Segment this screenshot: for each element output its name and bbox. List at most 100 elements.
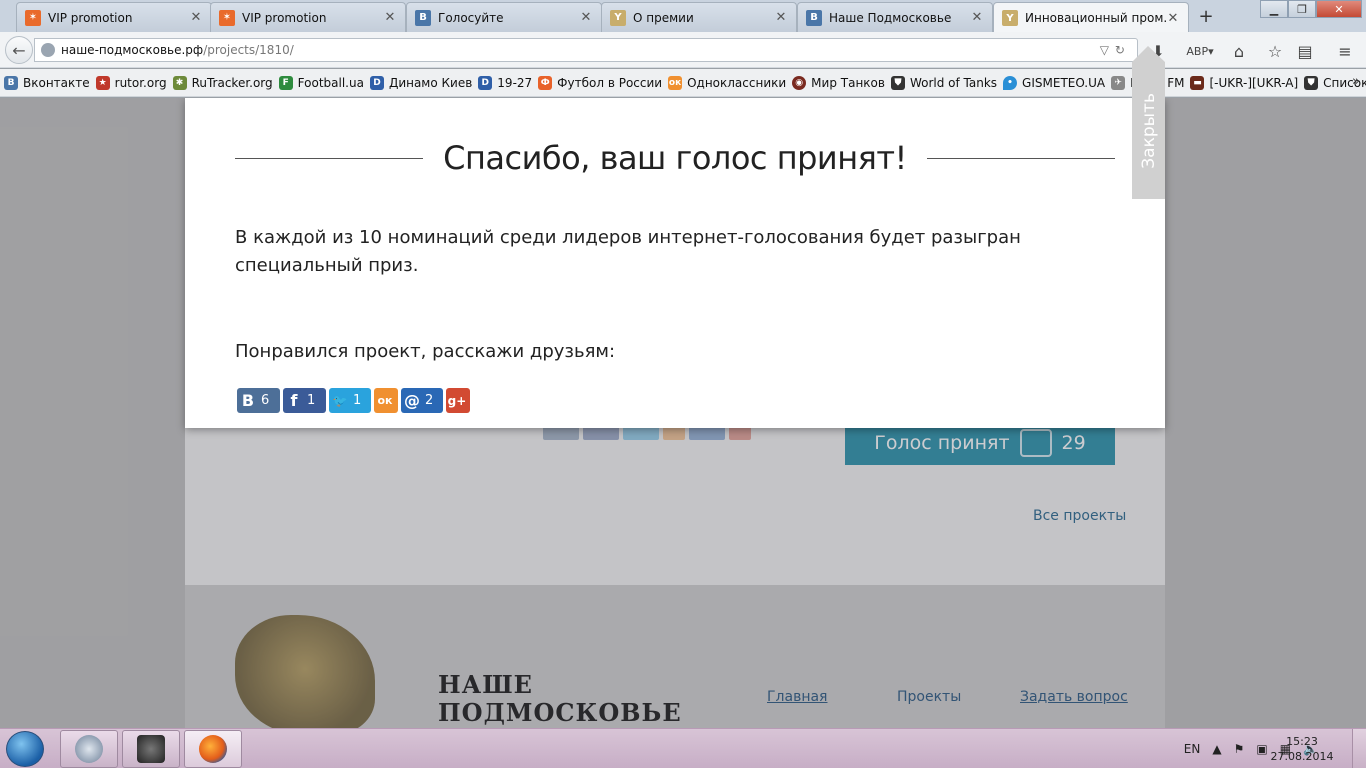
tray-expand-icon[interactable]: ▲ bbox=[1212, 742, 1221, 756]
tab-title: VIP promotion bbox=[242, 10, 327, 25]
taskbar-clock[interactable]: 15:23 27.08.2014 bbox=[1262, 734, 1342, 764]
odnoklassniki-icon: ок bbox=[377, 394, 393, 407]
bookmark-item[interactable]: ★ rutor.org bbox=[95, 75, 167, 90]
minimize-button[interactable]: ▁ bbox=[1260, 0, 1288, 18]
close-label: Закрыть bbox=[1138, 92, 1159, 169]
tab-title: Голосуйте bbox=[438, 10, 504, 25]
browser-tab[interactable]: ✶ VIP promotion ✕ bbox=[16, 2, 212, 32]
start-button[interactable] bbox=[6, 731, 44, 767]
browser-tab[interactable]: ✶ VIP promotion ✕ bbox=[210, 2, 406, 32]
tab-title: VIP promotion bbox=[48, 10, 133, 25]
bookmark-item[interactable]: ⛊ World of Tanks bbox=[890, 75, 998, 90]
bookmark-label: RuTracker.org bbox=[191, 75, 273, 90]
modal-title: Спасибо, ваш голос принят! bbox=[443, 139, 907, 177]
tab-title: Наше Подмосковье bbox=[829, 10, 952, 25]
vk-icon: B bbox=[415, 9, 431, 26]
close-tab-icon[interactable]: ✕ bbox=[579, 10, 593, 25]
taskbar-app-teamspeak[interactable] bbox=[60, 730, 118, 768]
google-plus-share-button[interactable]: g+ bbox=[446, 388, 470, 413]
vip-icon: ✶ bbox=[219, 9, 235, 26]
google-plus-icon: g+ bbox=[447, 393, 467, 408]
new-tab-button[interactable]: + bbox=[1196, 6, 1216, 27]
close-tab-icon[interactable]: ✕ bbox=[970, 10, 984, 25]
bookmark-item[interactable]: Ф Футбол в России bbox=[538, 75, 662, 90]
teamspeak-icon bbox=[75, 735, 103, 763]
bookmark-item[interactable]: ок Одноклассники bbox=[668, 75, 786, 90]
share-count: 2 bbox=[425, 393, 434, 408]
bookmark-label: GISMETEO.UA bbox=[1022, 75, 1106, 90]
facebook-icon: f bbox=[290, 391, 298, 410]
bookmark-item[interactable]: ▬ [-UKR-][UKR-A] bbox=[1190, 75, 1299, 90]
wot-icon bbox=[137, 735, 165, 763]
tanks-icon: ◉ bbox=[792, 75, 807, 90]
maximize-button[interactable]: ❐ bbox=[1288, 0, 1316, 18]
bookmark-item[interactable]: ✱ RuTracker.org bbox=[172, 75, 273, 90]
home-icon[interactable]: ⌂ bbox=[1229, 41, 1249, 61]
url-path: /projects/1810/ bbox=[203, 43, 294, 57]
bookmark-item[interactable]: • GISMETEO.UA bbox=[1003, 75, 1106, 90]
twitter-share-button[interactable]: 🐦 1 bbox=[329, 388, 371, 413]
bookmark-item[interactable]: ◉ Мир Танков bbox=[792, 75, 885, 90]
firefox-icon bbox=[199, 735, 227, 763]
menu-icon[interactable]: ≡ bbox=[1335, 41, 1355, 61]
modal-header: Спасибо, ваш голос принят! bbox=[235, 138, 1116, 178]
browser-tab[interactable]: B Голосуйте ✕ bbox=[406, 2, 602, 32]
facebook-share-button[interactable]: f 1 bbox=[283, 388, 326, 413]
bookmark-label: [-UKR-][UKR-A] bbox=[1209, 75, 1299, 90]
vote-confirmation-modal: Спасибо, ваш голос принят! В каждой из 1… bbox=[185, 98, 1165, 428]
roks-icon: ✈ bbox=[1111, 75, 1126, 90]
mail-share-button[interactable]: @ 2 bbox=[401, 388, 443, 413]
flag-icon[interactable]: ⚑ bbox=[1234, 742, 1245, 756]
vk-icon: B bbox=[4, 75, 18, 90]
close-tab-icon[interactable]: ✕ bbox=[774, 10, 788, 25]
dynamo-icon: D bbox=[369, 75, 384, 90]
share-count: 1 bbox=[353, 393, 362, 408]
bookmark-label: Вконтакте bbox=[23, 75, 90, 90]
bookmark-label: Динамо Киев bbox=[388, 75, 473, 90]
odnoklassniki-share-button[interactable]: ок bbox=[374, 388, 398, 413]
vk-share-button[interactable]: В 6 bbox=[237, 388, 280, 413]
modal-close-button[interactable]: Закрыть bbox=[1132, 46, 1165, 199]
award-icon: Y bbox=[610, 9, 626, 26]
share-count: 1 bbox=[307, 393, 316, 408]
bookmark-label: rutor.org bbox=[114, 75, 167, 90]
share-prompt: Понравился проект, расскажи друзьям: bbox=[235, 341, 616, 362]
bookmark-item[interactable]: D 19-27 bbox=[478, 75, 532, 90]
close-tab-icon[interactable]: ✕ bbox=[1166, 11, 1180, 26]
gismeteo-icon: • bbox=[1003, 75, 1018, 90]
bookmark-label: World of Tanks bbox=[909, 75, 998, 90]
browser-tab[interactable]: B Наше Подмосковье ✕ bbox=[797, 2, 993, 32]
vk-icon: В bbox=[241, 391, 255, 410]
bookmark-star-icon[interactable]: ☆ bbox=[1265, 41, 1285, 61]
wot-icon: ⛊ bbox=[890, 75, 905, 90]
reload-icon[interactable]: ▽↻ bbox=[1100, 43, 1131, 57]
tab-title: Инновационный пром... bbox=[1025, 11, 1166, 25]
share-buttons: В 6 f 1 🐦 1 ок @ 2 g+ bbox=[237, 388, 470, 413]
browser-tab-active[interactable]: Y Инновационный пром... ✕ bbox=[993, 2, 1189, 33]
adblock-icon[interactable]: ABP▾ bbox=[1186, 41, 1214, 61]
bookmarks-overflow-icon[interactable]: » bbox=[1352, 74, 1360, 89]
close-window-button[interactable]: ✕ bbox=[1316, 0, 1362, 18]
twitter-icon: 🐦 bbox=[332, 393, 348, 408]
show-desktop-button[interactable] bbox=[1352, 729, 1366, 768]
url-host: наше-подмосковье.рф bbox=[61, 43, 204, 57]
taskbar-app-firefox[interactable] bbox=[184, 730, 242, 768]
bookmark-item[interactable]: D Динамо Киев bbox=[369, 75, 473, 90]
language-indicator[interactable]: EN bbox=[1184, 742, 1201, 756]
title-divider bbox=[926, 157, 1116, 159]
bookmark-item[interactable]: F Football.ua bbox=[278, 75, 364, 90]
share-count: 6 bbox=[261, 393, 270, 408]
title-divider bbox=[235, 157, 424, 159]
vip-icon: ✶ bbox=[25, 9, 41, 26]
bookmark-label: Мир Танков bbox=[811, 75, 885, 90]
rutor-icon: ★ bbox=[95, 75, 110, 90]
close-tab-icon[interactable]: ✕ bbox=[383, 10, 397, 25]
close-tab-icon[interactable]: ✕ bbox=[189, 10, 203, 25]
address-bar[interactable]: наше-подмосковье.рф /projects/1810/ ▽↻ bbox=[34, 38, 1138, 62]
bookmark-item[interactable]: B Вконтакте bbox=[4, 75, 90, 90]
reading-list-icon[interactable]: ▤ bbox=[1295, 41, 1315, 61]
dynamo-icon: D bbox=[478, 75, 493, 90]
taskbar-app-world-of-tanks[interactable] bbox=[122, 730, 180, 768]
browser-tab[interactable]: Y О премии ✕ bbox=[601, 2, 797, 32]
back-button[interactable]: ← bbox=[5, 36, 33, 64]
